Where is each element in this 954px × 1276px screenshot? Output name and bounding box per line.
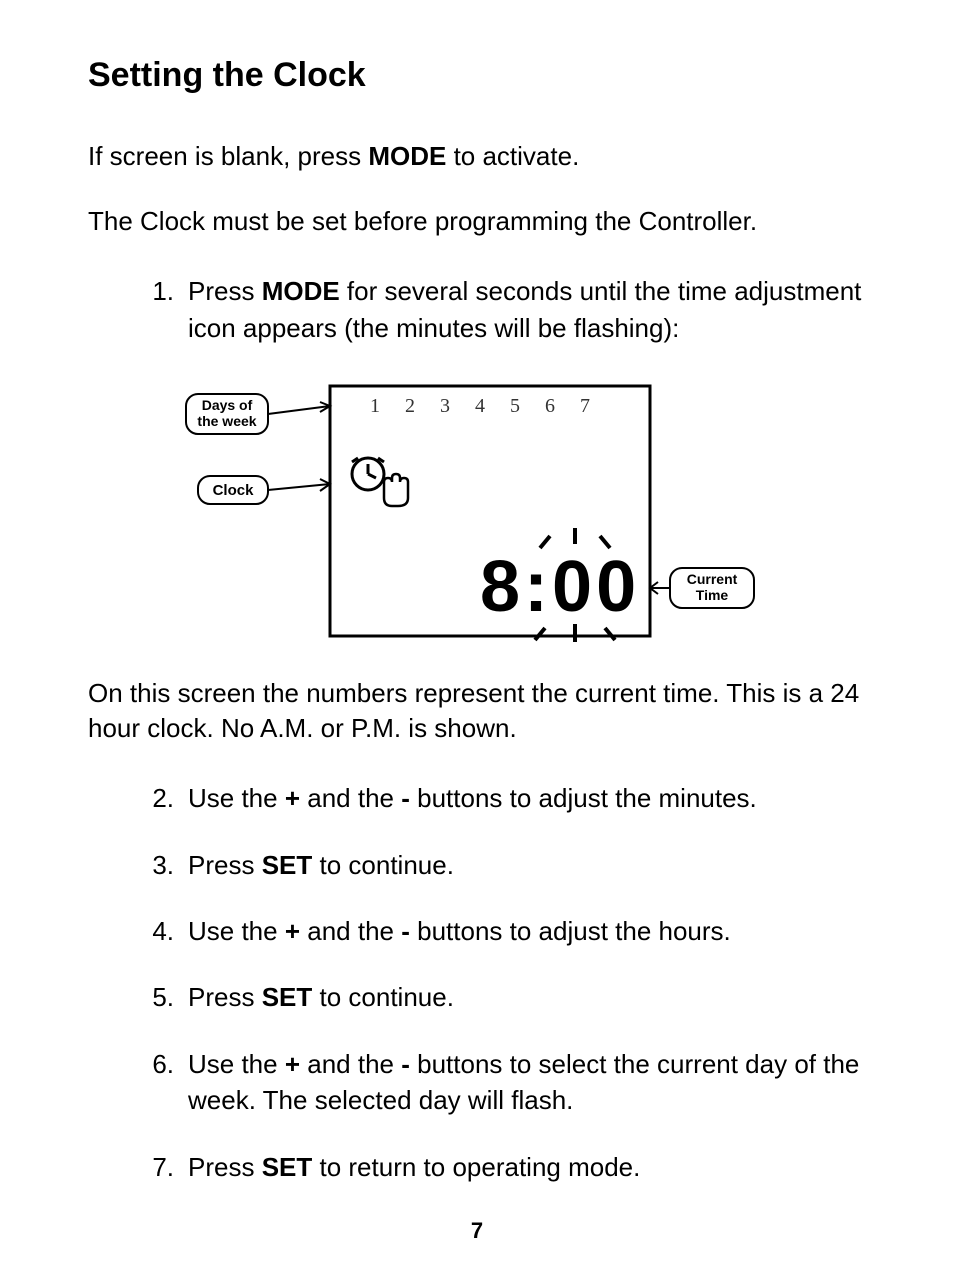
minus-symbol: - xyxy=(401,916,410,946)
text: Use the xyxy=(188,1049,285,1079)
day-7: 7 xyxy=(580,395,590,417)
step-text: Use the + and the - buttons to adjust th… xyxy=(188,780,874,816)
manual-page: Setting the Clock If screen is blank, pr… xyxy=(0,0,954,1276)
flash-marks-top xyxy=(540,528,610,548)
text: to activate. xyxy=(446,141,579,171)
step-text: Use the + and the - buttons to adjust th… xyxy=(188,913,874,949)
label-current-line1: Current xyxy=(687,571,738,587)
plus-symbol: + xyxy=(285,783,300,813)
page-number: 7 xyxy=(0,1218,954,1244)
day-1: 1 xyxy=(370,395,380,417)
step-5: 5. Press SET to continue. xyxy=(128,979,874,1015)
hand-icon xyxy=(384,474,408,506)
step-number: 7. xyxy=(128,1149,188,1185)
text: and the xyxy=(300,783,401,813)
label-clock: Clock xyxy=(213,482,255,499)
set-keyword: SET xyxy=(262,1152,313,1182)
step-2: 2. Use the + and the - buttons to adjust… xyxy=(128,780,874,816)
steps-list-top: 1. Press MODE for several seconds until … xyxy=(88,273,874,346)
day-4: 4 xyxy=(475,395,485,417)
step-number: 4. xyxy=(128,913,188,949)
day-6: 6 xyxy=(545,395,555,417)
text: If screen is blank, press xyxy=(88,141,368,171)
minus-symbol: - xyxy=(401,1049,410,1079)
text: Press xyxy=(188,276,262,306)
step-7: 7. Press SET to return to operating mode… xyxy=(128,1149,874,1185)
set-keyword: SET xyxy=(262,850,313,880)
text: to continue. xyxy=(312,850,454,880)
minus-symbol: - xyxy=(401,783,410,813)
step-4: 4. Use the + and the - buttons to adjust… xyxy=(128,913,874,949)
step-text: Press MODE for several seconds until the… xyxy=(188,273,874,346)
set-keyword: SET xyxy=(262,982,313,1012)
intro-must-set: The Clock must be set before programming… xyxy=(88,204,874,239)
text: to continue. xyxy=(312,982,454,1012)
step-number: 5. xyxy=(128,979,188,1015)
step-6: 6. Use the + and the - buttons to select… xyxy=(128,1046,874,1119)
step-text: Press SET to continue. xyxy=(188,847,874,883)
mode-keyword: MODE xyxy=(262,276,340,306)
step-text: Use the + and the - buttons to select th… xyxy=(188,1046,874,1119)
step-text: Press SET to return to operating mode. xyxy=(188,1149,874,1185)
text: Press xyxy=(188,1152,262,1182)
day-2: 2 xyxy=(405,395,415,417)
intro-blank-screen: If screen is blank, press MODE to activa… xyxy=(88,139,874,174)
text: Press xyxy=(188,982,262,1012)
text: to return to operating mode. xyxy=(312,1152,640,1182)
label-current-line2: Time xyxy=(696,587,729,603)
step-3: 3. Press SET to continue. xyxy=(128,847,874,883)
plus-symbol: + xyxy=(285,916,300,946)
step-number: 2. xyxy=(128,780,188,816)
time-text: 8:00 xyxy=(480,547,640,627)
text: Use the xyxy=(188,783,285,813)
text: buttons to adjust the hours. xyxy=(410,916,731,946)
page-title: Setting the Clock xyxy=(88,56,874,95)
text: and the xyxy=(300,916,401,946)
mid-paragraph: On this screen the numbers represent the… xyxy=(88,676,874,746)
lcd-diagram: Days of the week 1 2 3 4 5 6 7 Clock xyxy=(180,376,874,646)
text: Use the xyxy=(188,916,285,946)
time-display: 8:00 xyxy=(480,547,640,627)
label-days-line1: Days of xyxy=(202,397,253,413)
text: buttons to adjust the minutes. xyxy=(410,783,757,813)
mode-keyword: MODE xyxy=(368,141,446,171)
step-text: Press SET to continue. xyxy=(188,979,874,1015)
lcd-diagram-svg: Days of the week 1 2 3 4 5 6 7 Clock xyxy=(180,376,760,646)
steps-list-bottom: 2. Use the + and the - buttons to adjust… xyxy=(88,780,874,1185)
day-3: 3 xyxy=(440,395,450,417)
plus-symbol: + xyxy=(285,1049,300,1079)
text: Press xyxy=(188,850,262,880)
step-1: 1. Press MODE for several seconds until … xyxy=(128,273,874,346)
label-days-line2: the week xyxy=(197,413,256,429)
step-number: 3. xyxy=(128,847,188,883)
step-number: 6. xyxy=(128,1046,188,1119)
clock-icon xyxy=(352,458,384,490)
step-number: 1. xyxy=(128,273,188,346)
day-5: 5 xyxy=(510,395,520,417)
text: and the xyxy=(300,1049,401,1079)
